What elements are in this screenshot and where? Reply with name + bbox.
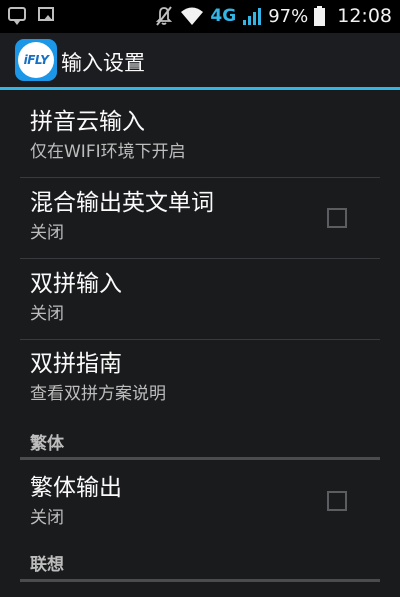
battery-percentage: 97% <box>268 5 309 27</box>
traditional-output-item[interactable]: 繁体输出 关闭 <box>30 473 370 530</box>
divider <box>20 258 380 259</box>
action-bar-divider <box>0 87 400 90</box>
section-divider <box>20 579 380 582</box>
section-divider <box>20 457 380 460</box>
item-title: 繁体输出 <box>30 475 122 501</box>
pinyin-cloud-input-item[interactable]: 拼音云输入 仅在WIFI环境下开启 <box>30 107 370 164</box>
action-bar <box>0 33 400 88</box>
page-title: 输入设置 <box>61 51 145 75</box>
mixed-english-output-item[interactable]: 混合输出英文单词 关闭 <box>30 188 370 245</box>
ifly-logo: iFLY <box>18 42 54 78</box>
item-summary: 关闭 <box>30 223 64 243</box>
item-summary: 关闭 <box>30 304 64 324</box>
traditional-output-checkbox[interactable] <box>327 491 347 511</box>
item-title: 双拼指南 <box>30 351 122 377</box>
shuangpin-input-item[interactable]: 双拼输入 关闭 <box>30 269 370 326</box>
wifi-icon <box>181 7 204 25</box>
divider <box>20 339 380 340</box>
message-icon <box>8 7 26 25</box>
app-icon[interactable]: iFLY <box>15 39 57 81</box>
shuangpin-guide-item[interactable]: 双拼指南 查看双拼方案说明 <box>30 349 370 406</box>
mute-icon <box>156 6 173 26</box>
clock: 12:08 <box>337 5 392 27</box>
image-icon <box>38 7 54 21</box>
section-header-traditional: 繁体 <box>30 434 64 454</box>
item-summary: 关闭 <box>30 508 64 528</box>
item-title: 拼音云输入 <box>30 109 145 135</box>
item-summary: 仅在WIFI环境下开启 <box>30 142 186 162</box>
mixed-english-checkbox[interactable] <box>327 208 347 228</box>
section-header-association: 联想 <box>30 555 64 575</box>
item-title: 混合输出英文单词 <box>30 190 214 216</box>
item-summary: 查看双拼方案说明 <box>30 384 166 404</box>
divider <box>20 177 380 178</box>
signal-icon <box>243 8 262 25</box>
item-title: 双拼输入 <box>30 271 122 297</box>
battery-icon <box>314 6 326 26</box>
status-bar: 4G 97% 12:08 <box>0 0 400 33</box>
network-type-label: 4G <box>210 6 237 26</box>
